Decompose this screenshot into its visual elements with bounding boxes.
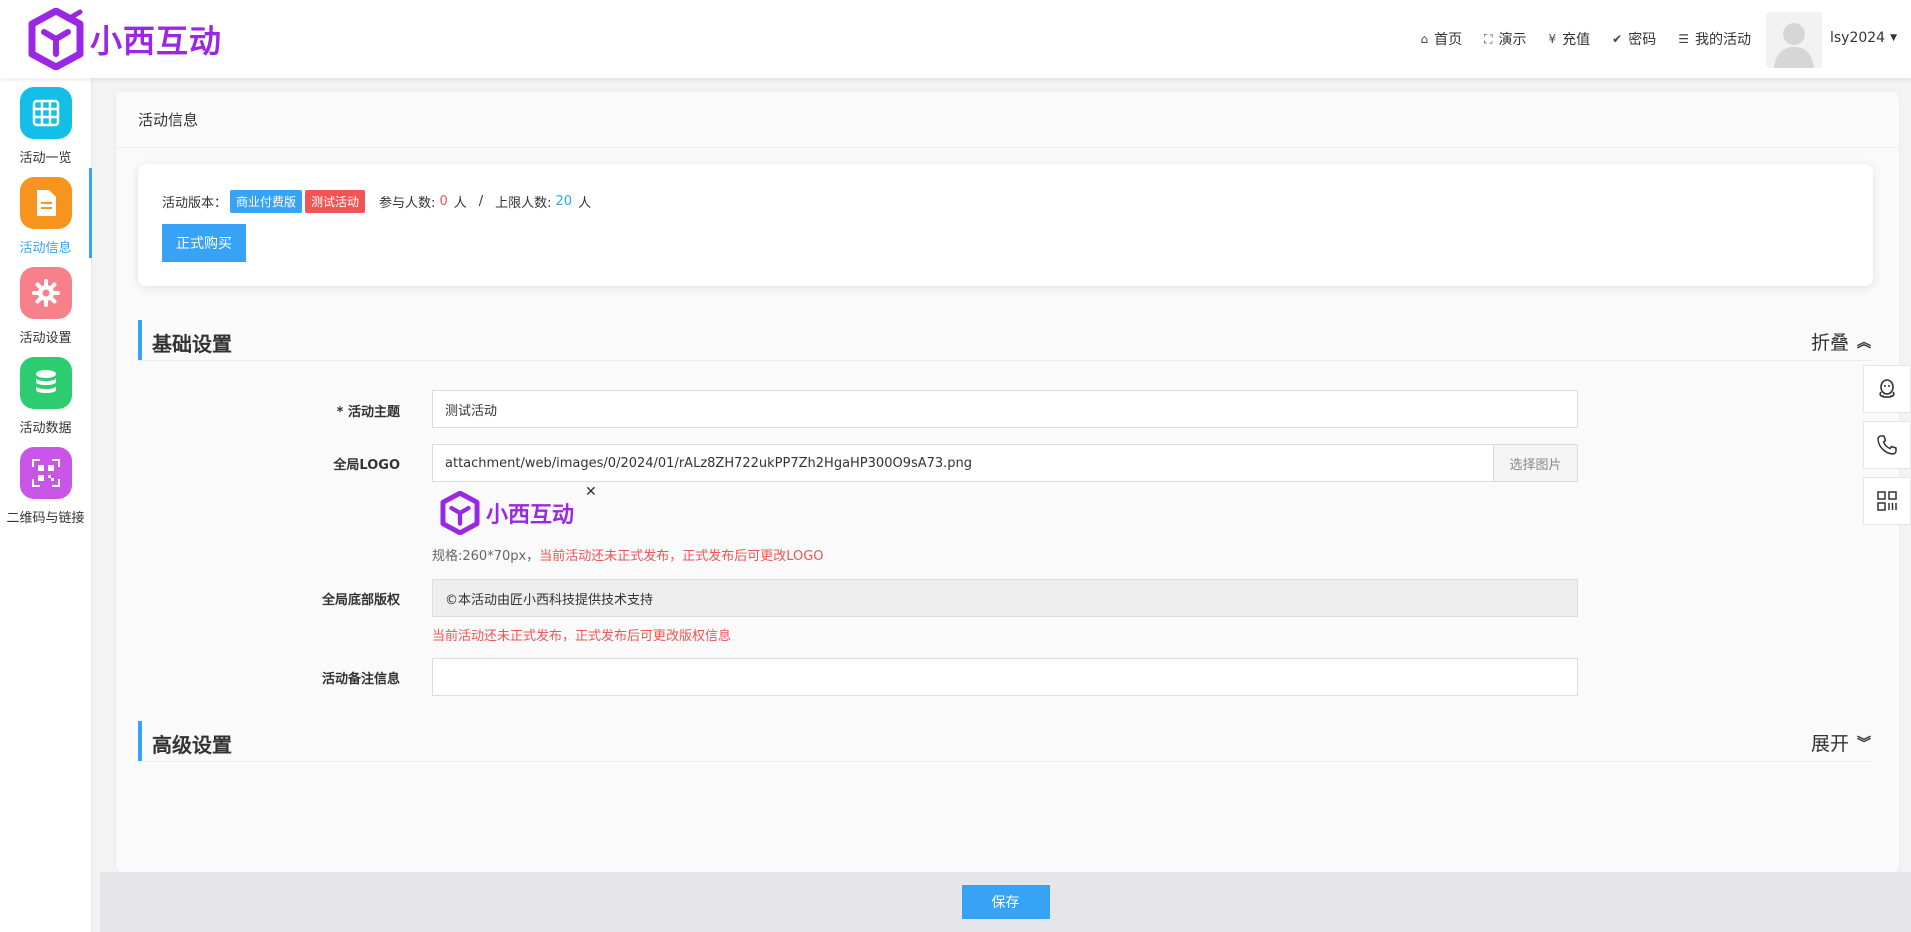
nav-label: 演示 <box>1498 32 1527 48</box>
save-button[interactable]: 保存 <box>961 885 1050 919</box>
collapse-toggle[interactable]: 折叠 ︽ <box>1811 328 1871 355</box>
section-accent-bar <box>138 721 142 761</box>
sidebar-tile <box>19 267 72 319</box>
chevron-double-down-icon: ︾ <box>1857 735 1871 752</box>
nav-label: 密码 <box>1628 32 1657 48</box>
floating-contact-bar <box>1863 365 1911 533</box>
sidebar-tile <box>19 357 72 409</box>
copyright-warning: 当前活动还未正式发布，正式发布后可更改版权信息 <box>432 629 732 644</box>
list-icon: ☰ <box>1678 32 1689 46</box>
sidebar-item-settings[interactable]: 活动设置 <box>0 258 91 348</box>
sidebar-item-qrcode[interactable]: 二维码与链接 <box>0 438 91 528</box>
remove-logo-icon[interactable]: ✕ <box>585 484 597 500</box>
participants-count: 0 <box>439 194 448 209</box>
fullscreen-icon: ⛶ <box>1484 31 1493 46</box>
qrcode-icon <box>1877 491 1897 511</box>
nav-label: 充值 <box>1562 32 1591 48</box>
sidebar-item-data[interactable]: 活动数据 <box>0 348 91 438</box>
sidebar-item-label: 活动信息 <box>19 241 72 256</box>
copyright-input: ©本活动由匠小西科技提供技术支持 <box>432 579 1578 617</box>
sidebar-item-label: 活动设置 <box>19 331 72 346</box>
section-title: 高级设置 <box>152 733 232 757</box>
participants-unit: 人 <box>453 196 467 211</box>
select-image-button[interactable]: 选择图片 <box>1493 444 1578 482</box>
sidebar: 活动一览 活动信息 活动设置 活动数据 二维码与链接 <box>0 78 92 932</box>
expand-toggle[interactable]: 展开 ︾ <box>1811 729 1871 756</box>
caret-down-icon: ▼ <box>1890 33 1897 43</box>
remark-label: 活动备注信息 <box>321 672 400 687</box>
advanced-settings-header: 高级设置 展开 ︾ <box>138 721 1873 762</box>
basic-settings-header: 基础设置 折叠 ︽ <box>138 320 1873 361</box>
sidebar-item-label: 活动一览 <box>19 151 72 166</box>
main-panel: 活动信息 活动版本： 商业付费版 测试活动 参与人数: 0 人 / 上限人数: … <box>116 92 1899 872</box>
limit-label: 上限人数: <box>495 196 552 211</box>
buy-button[interactable]: 正式购买 <box>162 224 246 262</box>
sidebar-tile <box>19 447 72 499</box>
logo-label: 全局LOGO <box>333 458 400 473</box>
top-nav: ⌂ 首页 ⛶ 演示 ¥ 充值 ✔ 密码 ☰ 我的活动 <box>1421 0 1752 78</box>
logo-preview-text: 小西互动 <box>486 503 575 528</box>
logo-warning: 当前活动还未正式发布，正式发布后可更改LOGO <box>539 549 824 564</box>
sidebar-item-overview[interactable]: 活动一览 <box>0 78 91 168</box>
copyright-label: 全局底部版权 <box>321 593 400 608</box>
chevron-double-up-icon: ︽ <box>1857 334 1871 351</box>
participants-label: 参与人数: <box>379 196 436 211</box>
database-icon <box>35 370 56 393</box>
nav-password[interactable]: ✔ 密码 <box>1612 29 1656 49</box>
nav-label: 首页 <box>1434 32 1463 48</box>
toggle-label: 折叠 <box>1810 332 1849 354</box>
yen-icon: ¥ <box>1548 32 1557 46</box>
section-accent-bar <box>138 320 142 360</box>
theme-input[interactable]: 测试活动 <box>432 390 1578 428</box>
sidebar-tile <box>19 87 72 139</box>
remark-input[interactable] <box>432 658 1578 696</box>
qrcode-button[interactable] <box>1863 477 1911 525</box>
test-badge: 测试活动 <box>305 190 366 213</box>
user-silhouette-icon <box>1766 12 1822 68</box>
brand-name: 小西互动 <box>90 22 223 60</box>
version-row: 活动版本： 商业付费版 测试活动 参与人数: 0 人 / 上限人数: 20 人 <box>162 190 591 213</box>
logo-spec-text: 规格:260*70px， <box>432 549 540 564</box>
sidebar-item-label: 活动数据 <box>19 421 72 436</box>
qq-button[interactable] <box>1863 365 1911 413</box>
gear-icon <box>31 279 60 307</box>
nav-label: 我的活动 <box>1695 32 1751 48</box>
footer-bar: 保存 <box>100 872 1911 932</box>
brand-logo[interactable]: 小西互动 <box>28 8 222 70</box>
logo-help: 规格:260*70px，当前活动还未正式发布，正式发布后可更改LOGO <box>432 545 824 564</box>
separator: / <box>478 194 484 209</box>
cube-logo-icon <box>440 491 480 535</box>
cube-logo-icon <box>28 8 84 70</box>
version-label: 活动版本： <box>162 196 228 211</box>
nav-recharge[interactable]: ¥ 充值 <box>1549 29 1591 49</box>
section-title: 基础设置 <box>152 332 232 356</box>
nav-demo[interactable]: ⛶ 演示 <box>1484 29 1526 49</box>
toggle-label: 展开 <box>1810 733 1849 755</box>
sidebar-tile <box>19 177 72 229</box>
check-circle-icon: ✔ <box>1612 32 1623 46</box>
limit-count: 20 <box>555 194 573 209</box>
limit-unit: 人 <box>578 196 592 211</box>
home-icon: ⌂ <box>1420 32 1429 46</box>
avatar[interactable] <box>1766 12 1822 68</box>
grid-icon <box>32 99 59 127</box>
user-menu[interactable]: lsy2024 ▼ <box>1830 30 1897 46</box>
theme-label: * 活动主题 <box>336 405 400 420</box>
phone-button[interactable] <box>1863 421 1911 469</box>
activity-info-card: 活动版本： 商业付费版 测试活动 参与人数: 0 人 / 上限人数: 20 人 … <box>138 164 1873 286</box>
page-title: 活动信息 <box>116 92 1899 148</box>
logo-path-input[interactable]: attachment/web/images/0/2024/01/rALz8ZH7… <box>432 444 1494 482</box>
username: lsy2024 <box>1829 30 1886 46</box>
document-icon <box>36 190 56 216</box>
nav-home[interactable]: ⌂ 首页 <box>1421 29 1463 49</box>
logo-preview: 小西互动 <box>440 488 580 538</box>
nav-my-activities[interactable]: ☰ 我的活动 <box>1678 29 1751 49</box>
top-header: 小西互动 ⌂ 首页 ⛶ 演示 ¥ 充值 ✔ 密码 ☰ 我的活动 lsy2024 … <box>0 0 1911 78</box>
qq-icon <box>1879 379 1895 398</box>
sidebar-item-info[interactable]: 活动信息 <box>0 168 92 258</box>
commercial-badge: 商业付费版 <box>230 190 303 213</box>
sidebar-item-label: 二维码与链接 <box>6 511 85 526</box>
phone-icon <box>1877 435 1897 455</box>
qrcode-icon <box>31 459 60 487</box>
